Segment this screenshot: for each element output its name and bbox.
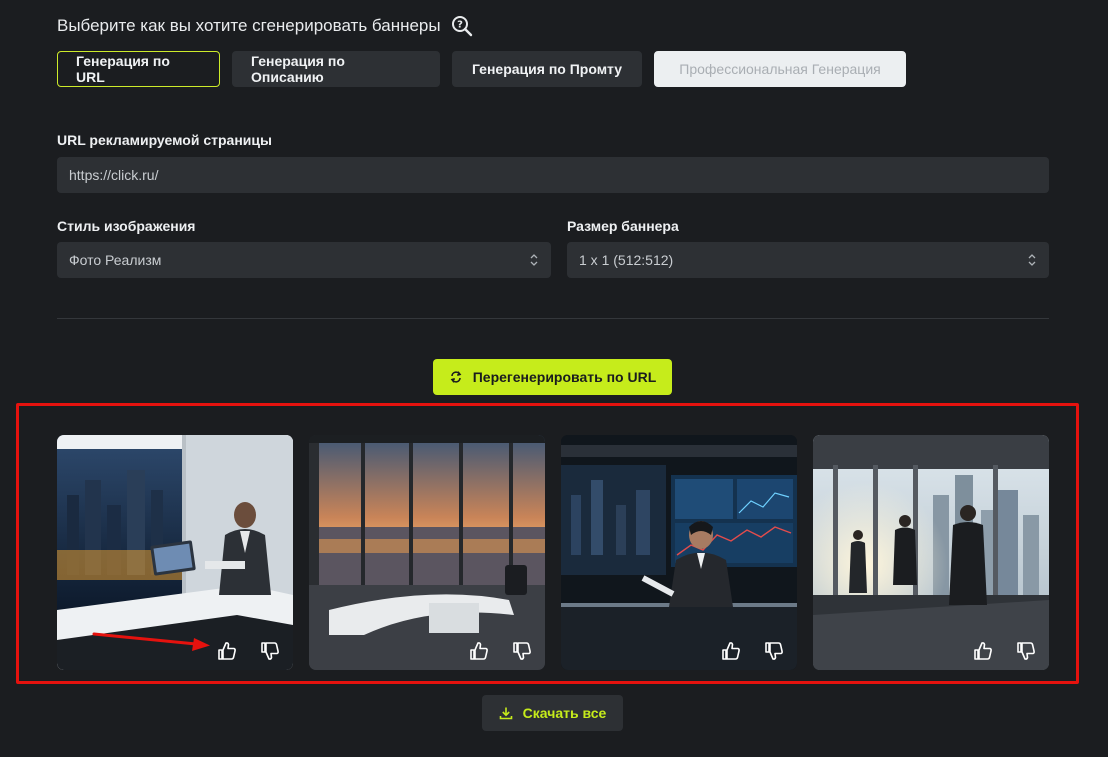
search-help-icon[interactable]: ? [451,15,473,37]
tab-professional: Профессиональная Генерация [654,51,906,87]
thumbs-down-icon [513,642,531,660]
thumbs-up-icon [974,642,992,660]
banner-card[interactable] [813,435,1049,670]
thumbs-down-icon [765,642,783,660]
thumbs-up-button[interactable] [214,638,240,664]
thumbs-up-icon [470,642,488,660]
chevron-updown-icon [530,254,538,266]
thumbs-up-icon [218,642,236,660]
thumbs-down-button[interactable] [257,638,283,664]
banner-image [813,435,1049,670]
thumbs-up-button[interactable] [466,638,492,664]
refresh-icon [450,371,462,383]
banner-size-select[interactable]: 1 x 1 (512:512) [567,242,1049,278]
section-divider [57,318,1049,319]
url-input[interactable]: https://click.ru/ [57,157,1049,193]
regenerate-label: Перегенерировать по URL [472,369,657,385]
image-style-value: Фото Реализм [69,252,162,268]
tab-description[interactable]: Генерация по Описанию [232,51,440,87]
regenerate-button[interactable]: Перегенерировать по URL [433,359,672,395]
generation-mode-tabs: Генерация по URL Генерация по Описанию Г… [57,51,906,87]
image-style-select[interactable]: Фото Реализм [57,242,551,278]
image-style-label: Стиль изображения [57,218,196,234]
tab-url[interactable]: Генерация по URL [57,51,220,87]
download-all-button[interactable]: Скачать все [482,695,623,731]
thumbs-down-button[interactable] [1013,638,1039,664]
chevron-updown-icon [1028,254,1036,266]
url-field-label: URL рекламируемой страницы [57,132,272,148]
thumbs-up-icon [722,642,740,660]
download-all-label: Скачать все [522,705,607,721]
page-title: Выберите как вы хотите сгенерировать бан… [57,16,441,35]
banner-size-label: Размер баннера [567,218,679,234]
download-icon [499,707,512,720]
banner-image [309,435,545,670]
thumbs-down-button[interactable] [761,638,787,664]
url-input-value: https://click.ru/ [69,167,159,183]
thumbs-up-button[interactable] [718,638,744,664]
banner-card[interactable] [309,435,545,670]
thumbs-up-button[interactable] [970,638,996,664]
page-heading: Выберите как вы хотите сгенерировать бан… [57,15,473,37]
thumbs-down-icon [261,642,279,660]
thumbs-down-button[interactable] [509,638,535,664]
annotation-arrow [92,632,210,651]
banner-card[interactable] [561,435,797,670]
svg-text:?: ? [457,20,463,31]
tab-prompt[interactable]: Генерация по Промту [452,51,642,87]
thumbs-down-icon [1017,642,1035,660]
banner-image [561,435,797,670]
banner-size-value: 1 x 1 (512:512) [579,252,674,268]
